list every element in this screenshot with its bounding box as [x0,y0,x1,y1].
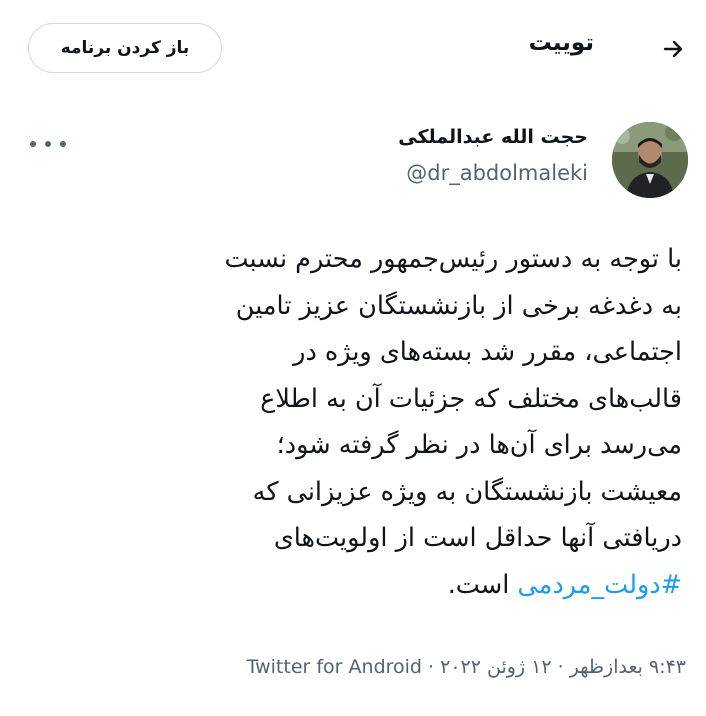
tweet-line-tail: است. [447,569,518,600]
back-arrow-icon[interactable] [658,34,688,64]
dot [30,141,36,147]
tweet-source[interactable]: Twitter for Android [247,656,422,678]
tweet-time[interactable]: ۹:۴۳ بعدازظهر [570,656,686,678]
author-row: حجت الله عبدالملکی @dr_abdolmaleki [0,110,706,210]
tweet-line: معیشت بازنشستگان به ویژه عزیزانی که [252,476,682,507]
tweet-last-line: #دولت_مردمی است. [22,562,682,609]
tweet-line: دریافتی آنها حداقل است از اولویت‌های [273,523,682,553]
tweet-line: اجتماعی، مقرر شد بسته‌های ویژه در [293,337,682,367]
open-app-button[interactable]: باز کردن برنامه [28,23,222,73]
dot [45,141,51,147]
meta-separator: · [551,656,570,678]
tweet-meta: ۹:۴۳ بعدازظهر · ۱۲ ژوئن ۲۰۲۲ · Twitter f… [247,656,686,678]
meta-separator: · [421,656,441,678]
avatar[interactable] [612,122,688,198]
tweet-text: با توجه به دستور رئیس‌جمهور محترم نسبت ب… [22,236,683,609]
tweet-line: با توجه به دستور رئیس‌جمهور محترم نسبت [224,244,683,274]
tweet-line: قالب‌های مختلف که جزئیات آن به اطلاع [260,383,682,414]
tweet-date[interactable]: ۱۲ ژوئن ۲۰۲۲ [440,656,551,678]
hashtag-link[interactable]: #دولت_مردمی [517,570,682,600]
tweet-line: می‌رسد برای آن‌ها در نظر گرفته شود؛ [276,430,682,460]
top-bar: توییت باز کردن برنامه [0,0,706,100]
page-title: توییت [528,30,594,56]
dot [60,141,66,147]
tweet-line: به دغدغه برخی از بازنشستگان عزیز تامین [235,290,682,321]
more-options-icon[interactable] [30,136,66,152]
author-handle[interactable]: @dr_abdolmaleki [406,161,588,185]
author-name[interactable]: حجت الله عبدالملکی [398,126,588,148]
